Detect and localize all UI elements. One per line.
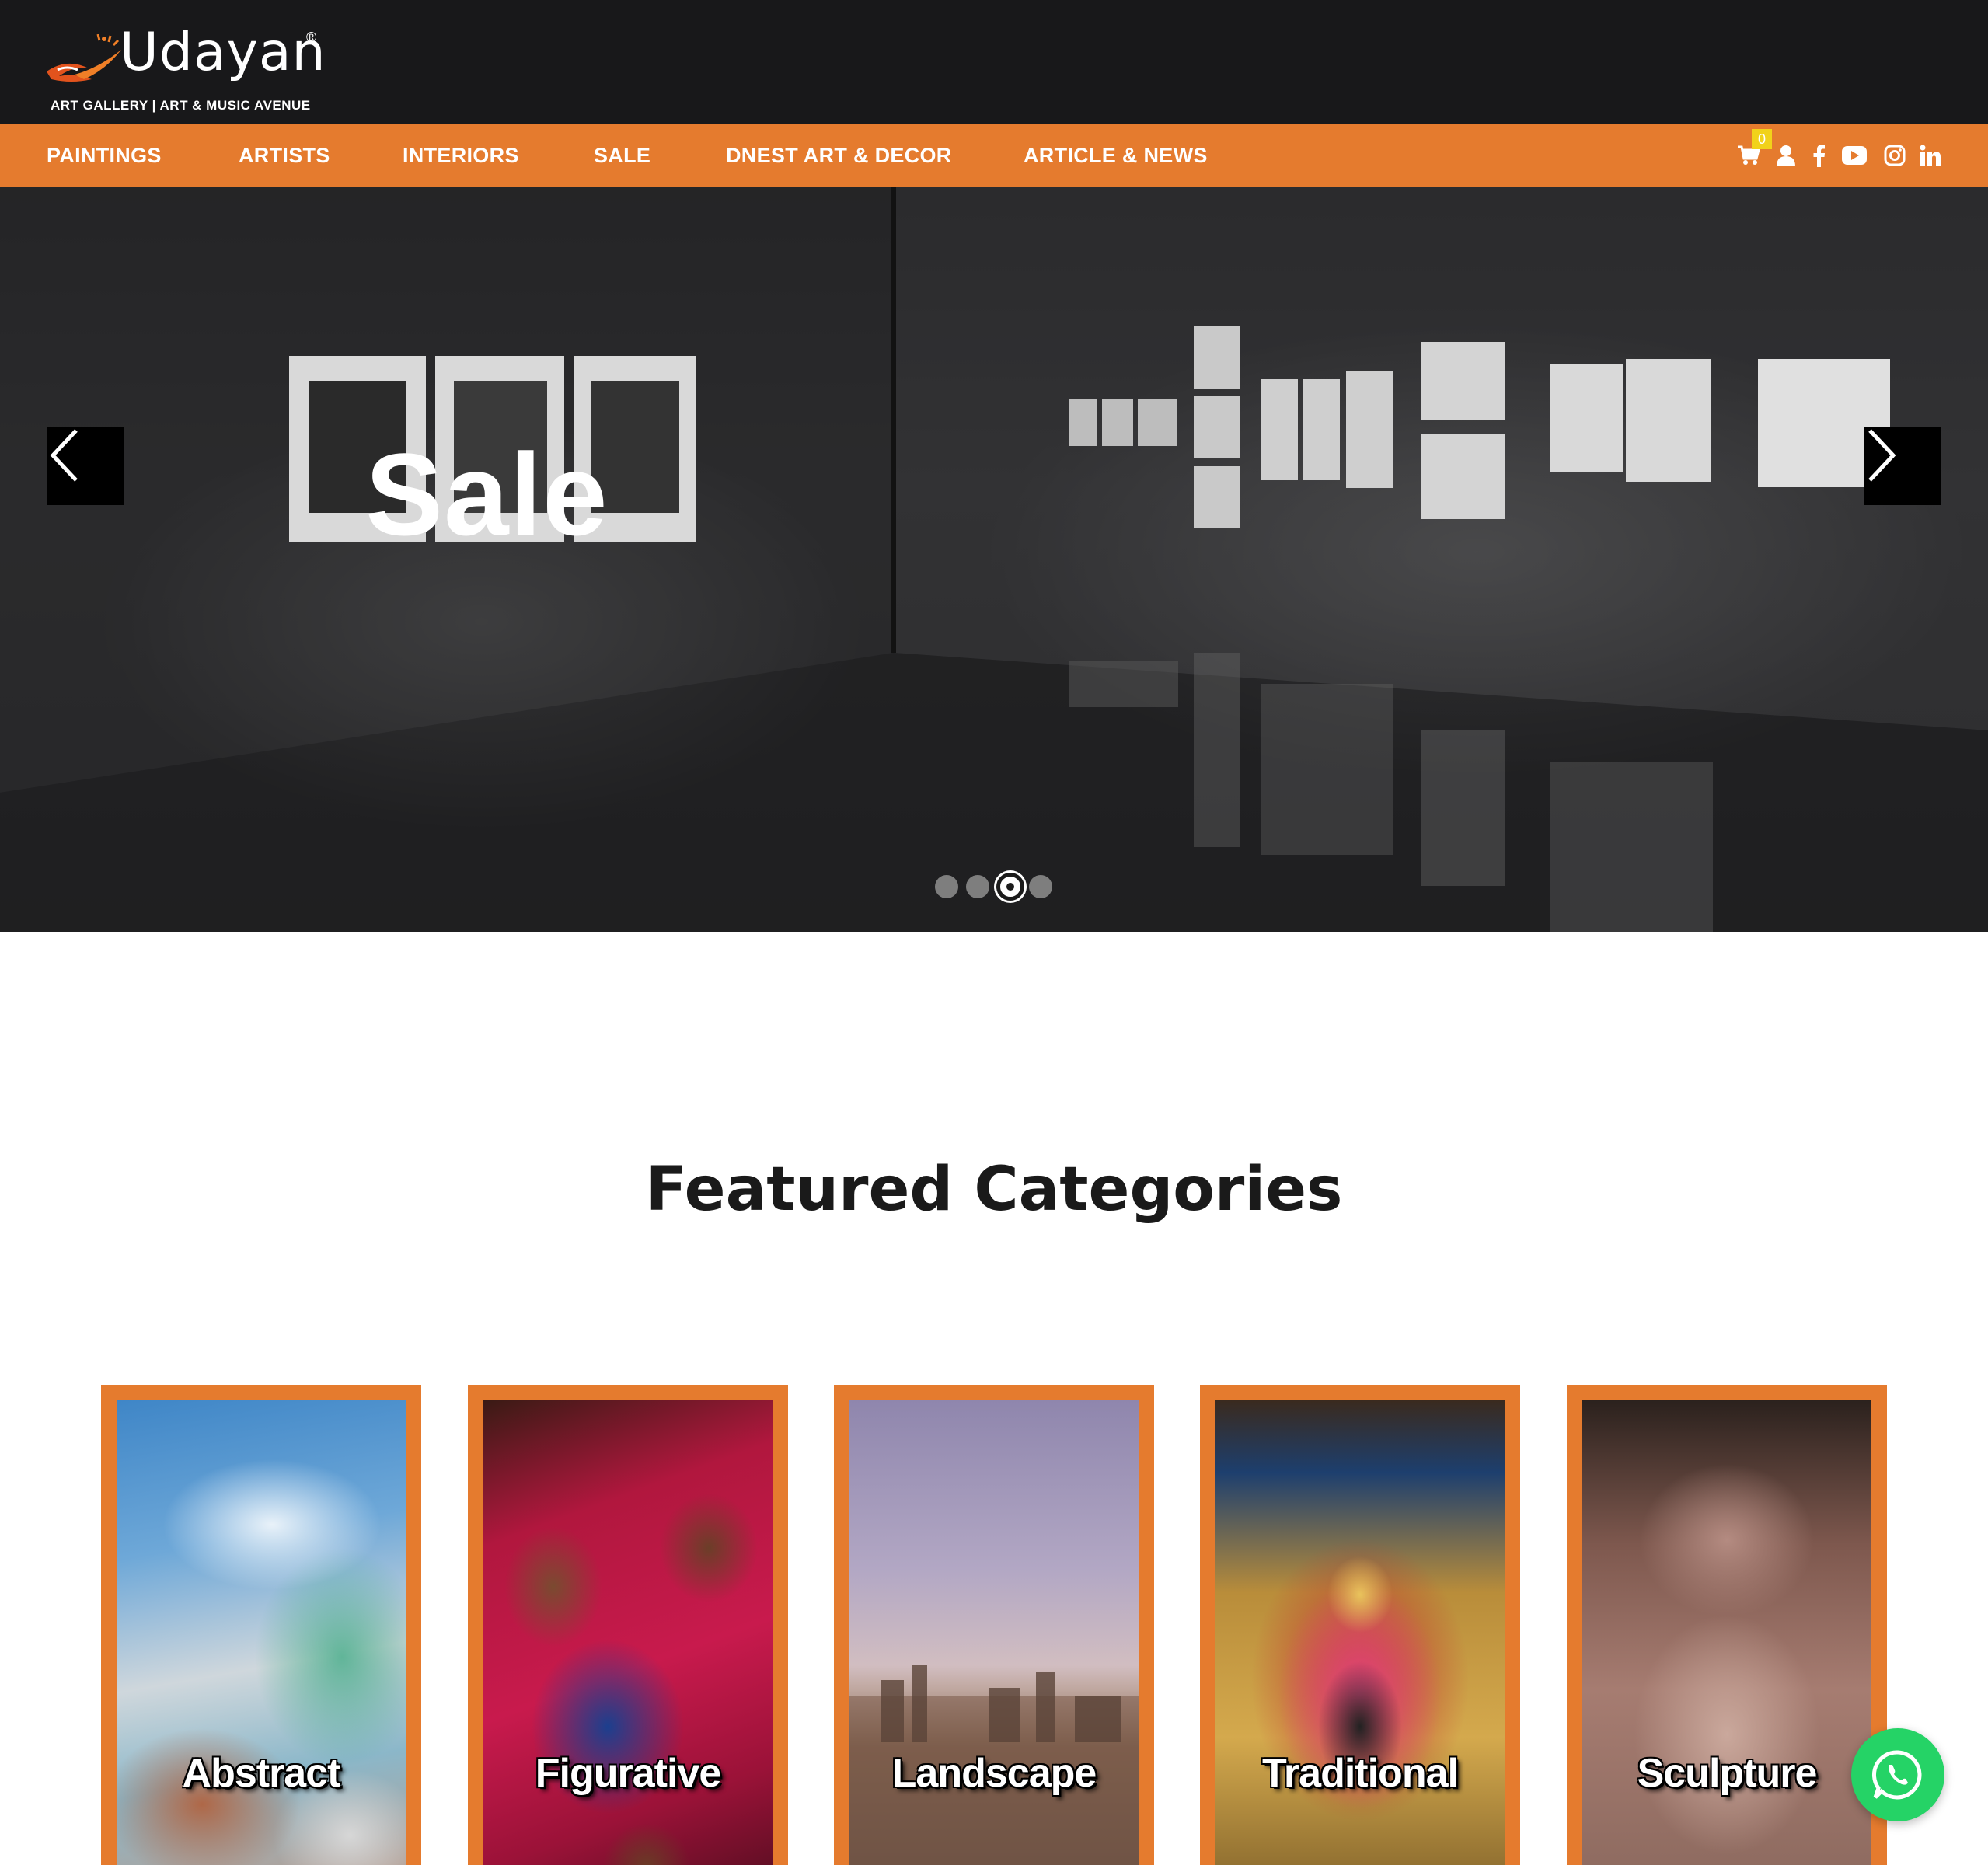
chevron-left-icon [50,429,78,482]
site-logo[interactable]: Udayan ® ART GALLERY | ART & MUSIC AVENU… [44,11,331,117]
category-card-landscape[interactable]: Landscape [834,1385,1154,1865]
category-label: Traditional [1262,1751,1459,1796]
site-header: Udayan ® ART GALLERY | ART & MUSIC AVENU… [0,0,1988,124]
facebook-icon[interactable] [1805,141,1833,169]
category-image-abstract: Abstract [117,1400,406,1865]
category-label: Landscape [891,1751,1097,1796]
logo-wordmark: Udayan [120,22,326,83]
category-card-traditional[interactable]: Traditional [1200,1385,1520,1865]
category-image-sculpture: Sculpture [1582,1400,1871,1865]
youtube-icon[interactable] [1840,141,1868,169]
whatsapp-icon [1871,1750,1922,1800]
registered-mark: ® [306,30,317,45]
slider-dot-4[interactable] [1029,875,1052,898]
hero-title: Sale [365,429,609,560]
category-label: Abstract [182,1751,341,1796]
nav-sale[interactable]: SALE [594,124,650,186]
nav-interiors[interactable]: INTERIORS [403,124,519,186]
category-card-figurative[interactable]: Figurative [468,1385,788,1865]
nav-dnest-art-decor[interactable]: DNEST ART & DECOR [726,124,952,186]
category-label: Sculpture [1637,1751,1818,1796]
cart-count-badge: 0 [1752,129,1772,149]
category-image-landscape: Landscape [849,1400,1139,1865]
slider-next-button[interactable] [1864,427,1941,505]
slider-dot-1[interactable] [935,875,958,898]
user-icon[interactable] [1772,141,1800,169]
slider-prev-button[interactable] [47,427,124,505]
logo-tagline: ART GALLERY | ART & MUSIC AVENUE [51,98,311,113]
category-label: Figurative [535,1751,722,1796]
nav-article-news[interactable]: ARTICLE & NEWS [1024,124,1208,186]
category-grid: Abstract Figurative Landscape Traditiona… [0,1385,1988,1865]
category-card-sculpture[interactable]: Sculpture [1567,1385,1887,1865]
gallery-photo [0,186,1988,932]
nav-paintings[interactable]: PAINTINGS [47,124,162,186]
slider-dot-2[interactable] [966,875,989,898]
category-image-figurative: Figurative [483,1400,773,1865]
linkedin-icon[interactable] [1917,141,1944,169]
logo-mark-icon [47,34,121,82]
chevron-right-icon [1868,429,1896,482]
hero-slider: Sale [0,186,1988,932]
nav-artists[interactable]: ARTISTS [239,124,330,186]
main-nav: PAINTINGS ARTISTS INTERIORS SALE DNEST A… [0,124,1988,186]
whatsapp-chat-button[interactable] [1851,1728,1944,1821]
category-image-traditional: Traditional [1215,1400,1505,1865]
slider-dot-3-active[interactable] [996,873,1024,901]
category-card-abstract[interactable]: Abstract [101,1385,421,1865]
instagram-icon[interactable] [1881,141,1909,169]
section-title: Featured Categories [645,1155,1343,1225]
